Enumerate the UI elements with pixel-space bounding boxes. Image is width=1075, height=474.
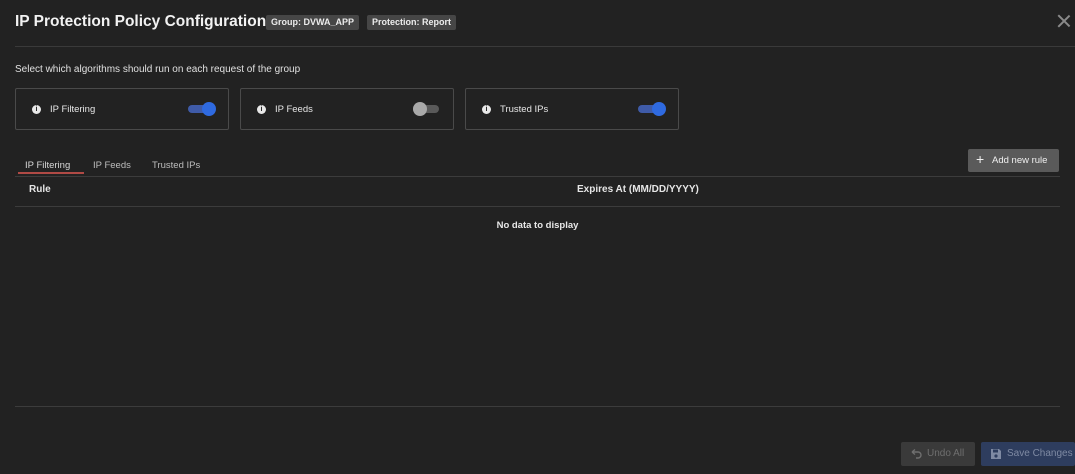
- ip-feeds-toggle[interactable]: [413, 102, 441, 116]
- algorithm-label: IP Filtering: [50, 104, 96, 115]
- ip-filtering-toggle[interactable]: [188, 102, 216, 116]
- column-header-expires: Expires At (MM/DD/YYYY): [577, 184, 699, 195]
- active-tab-indicator: [18, 172, 84, 174]
- protection-badge: Protection: Report: [367, 15, 457, 30]
- page-title: IP Protection Policy Configuration: [15, 13, 267, 30]
- info-icon[interactable]: i: [482, 105, 491, 114]
- close-icon[interactable]: [1057, 14, 1071, 28]
- tab-ip-filtering[interactable]: IP Filtering: [25, 160, 70, 171]
- plus-icon: +: [976, 151, 985, 167]
- table-bottom-border: [15, 406, 1060, 407]
- algorithm-label: Trusted IPs: [500, 104, 549, 115]
- undo-all-label: Undo All: [927, 448, 965, 459]
- info-icon[interactable]: i: [32, 105, 41, 114]
- algorithm-card-trusted-ips: i Trusted IPs: [465, 88, 679, 130]
- column-header-rule: Rule: [29, 184, 51, 195]
- algorithm-card-ip-filtering: i IP Filtering: [15, 88, 229, 130]
- save-changes-button[interactable]: Save Changes: [981, 442, 1075, 466]
- undo-icon: [911, 448, 922, 459]
- save-icon: [991, 449, 1001, 459]
- table-header-border: [15, 206, 1060, 207]
- algorithm-card-ip-feeds: i IP Feeds: [240, 88, 454, 130]
- empty-table-message: No data to display: [496, 220, 579, 231]
- add-new-rule-button[interactable]: + Add new rule: [968, 149, 1059, 172]
- trusted-ips-toggle[interactable]: [638, 102, 666, 116]
- algorithm-label: IP Feeds: [275, 104, 313, 115]
- dialog-header: IP Protection Policy Configuration Group…: [0, 0, 1075, 46]
- add-new-rule-label: Add new rule: [992, 155, 1048, 166]
- instruction-text: Select which algorithms should run on ea…: [15, 64, 301, 75]
- group-badge: Group: DVWA_APP: [266, 15, 360, 30]
- header-divider: [15, 46, 1075, 47]
- save-changes-label: Save Changes: [1007, 448, 1073, 459]
- undo-all-button[interactable]: Undo All: [901, 442, 975, 466]
- info-icon[interactable]: i: [257, 105, 266, 114]
- tab-ip-feeds[interactable]: IP Feeds: [93, 160, 131, 171]
- tab-trusted-ips[interactable]: Trusted IPs: [152, 160, 200, 171]
- table-top-border: [15, 176, 1060, 177]
